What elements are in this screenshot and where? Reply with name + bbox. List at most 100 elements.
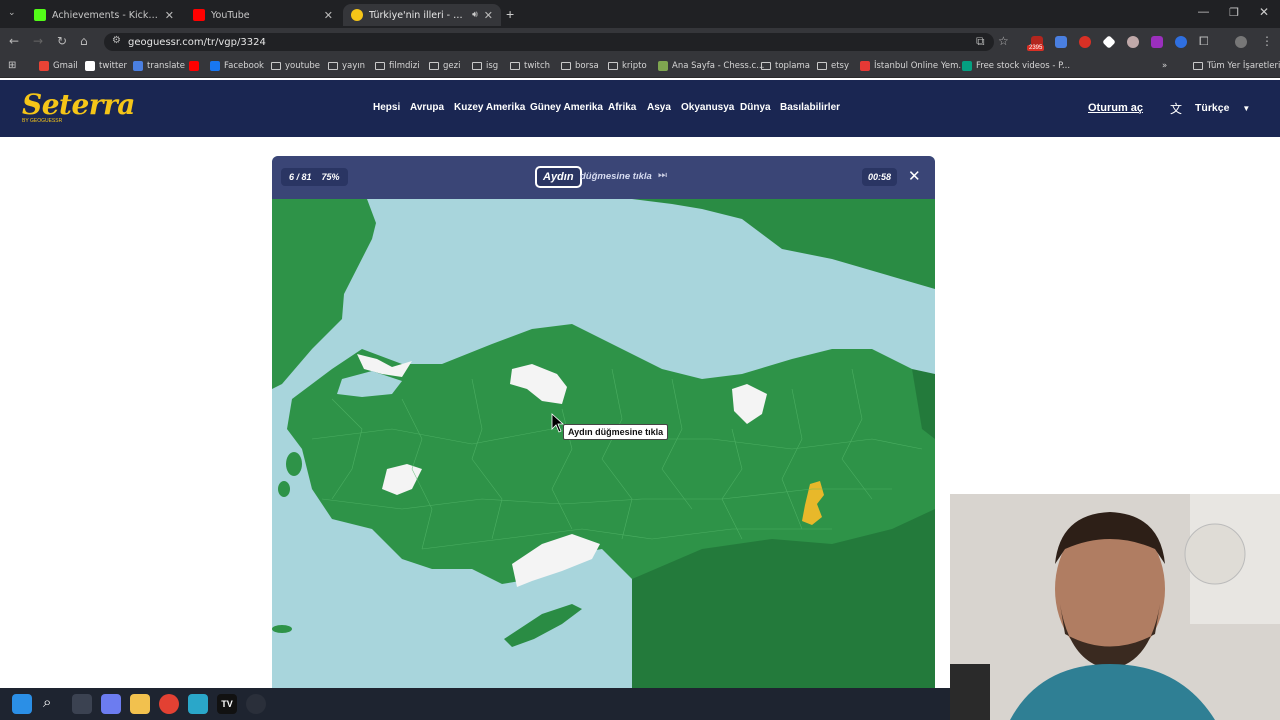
seterra-logo[interactable]: Seterra (22, 88, 135, 121)
close-tab-icon[interactable]: ✕ (165, 9, 174, 22)
map-tooltip: Aydın düğmesine tıkla (563, 424, 669, 440)
forward-icon[interactable]: → (33, 34, 43, 48)
tab-youtube[interactable]: YouTube ✕ (185, 4, 341, 26)
nav-afrika[interactable]: Afrika (608, 102, 636, 113)
task-view-icon[interactable] (72, 694, 92, 714)
bookmark-item[interactable]: filmdizi (375, 58, 420, 74)
bookmark-item[interactable]: youtube (271, 58, 320, 74)
turkey-province-map[interactable] (272, 199, 935, 688)
url-input[interactable]: ⚙ geoguessr.com/tr/vgp/3324 (104, 33, 994, 51)
island (272, 625, 292, 633)
bookmark-item[interactable]: twitch (510, 58, 550, 74)
tab-search-icon[interactable]: ⌄ (8, 8, 16, 18)
island (278, 481, 290, 497)
folder-icon (761, 62, 771, 70)
adblock-icon[interactable] (1079, 36, 1091, 48)
bookmark-item[interactable]: isg (472, 58, 498, 74)
bookmark-item[interactable]: yayın (328, 58, 365, 74)
bookmark-item[interactable]: gezi (429, 58, 460, 74)
bookmark-item[interactable]: Ana Sayfa - Chess.c... (658, 58, 764, 74)
extension-avatar-icon[interactable] (1127, 36, 1139, 48)
facebook-icon (210, 61, 220, 71)
windows-start-icon[interactable] (12, 694, 32, 714)
folder-icon (429, 62, 439, 70)
bookmark-label: Facebook (224, 61, 264, 71)
gmail-icon (39, 61, 49, 71)
folder-icon (271, 62, 281, 70)
profile-avatar-icon[interactable] (1235, 36, 1247, 48)
extension-purple-icon[interactable] (1151, 36, 1163, 48)
bookmark-label: Free stock videos - P... (976, 61, 1071, 71)
nav-kuzey-amerika[interactable]: Kuzey Amerika (454, 102, 525, 113)
bookmark-item[interactable]: borsa (561, 58, 599, 74)
all-bookmarks-folder[interactable]: Tüm Yer İşaretleri (1193, 58, 1280, 74)
back-icon[interactable]: ← (9, 34, 19, 48)
folder-icon (472, 62, 482, 70)
seterra-icon (351, 9, 363, 21)
nav-guney-amerika[interactable]: Güney Amerika (530, 102, 603, 113)
streamer-face (950, 494, 1280, 720)
nav-asya[interactable]: Asya (647, 102, 671, 113)
new-tab-icon[interactable]: + (506, 6, 514, 22)
restore-icon[interactable]: ❐ (1229, 6, 1239, 19)
bookmark-item[interactable]: İstanbul Online Yem... (860, 58, 967, 74)
bookmark-item[interactable]: toplama (761, 58, 810, 74)
bookmark-item[interactable]: etsy (817, 58, 849, 74)
folder-icon (561, 62, 571, 70)
island (286, 452, 302, 476)
score-box: 6 / 81 75% (281, 168, 348, 186)
bookmark-item[interactable] (189, 58, 203, 74)
more-bookmarks-icon[interactable]: » (1162, 58, 1167, 74)
bookmark-label: Gmail (53, 61, 78, 71)
chrome-menu-icon[interactable]: ⋮ (1261, 34, 1273, 48)
home-icon[interactable]: ⌂ (80, 34, 88, 48)
close-window-icon[interactable]: ✕ (1259, 5, 1269, 19)
apps-grid-icon[interactable]: ⊞ (8, 60, 16, 71)
app-icon[interactable] (188, 694, 208, 714)
folder-icon (817, 62, 827, 70)
webcam-overlay (950, 494, 1280, 720)
extensions-puzzle-icon[interactable]: ⧠ (1199, 34, 1209, 49)
bookmark-item[interactable]: twitter (85, 58, 127, 74)
bookmark-label: isg (486, 61, 499, 71)
nav-basilabilirler[interactable]: Basılabilirler (780, 102, 840, 113)
translate-icon (133, 61, 143, 71)
bookmark-star-icon[interactable]: ☆ (998, 34, 1009, 48)
site-info-icon[interactable]: ⚙ (112, 35, 121, 46)
kick-icon (34, 9, 46, 21)
language-icon: 文 (1170, 102, 1183, 116)
language-selector[interactable]: Türkçe ▼ (1195, 102, 1250, 114)
close-tab-icon[interactable]: ✕ (484, 9, 493, 22)
search-icon[interactable]: ⌕ (43, 694, 51, 711)
skip-icon[interactable]: ⏭ (658, 170, 667, 181)
folder-icon (1193, 62, 1203, 70)
bookmark-item[interactable]: Facebook (210, 58, 264, 74)
folder-icon (328, 62, 338, 70)
nav-hepsi[interactable]: Hepsi (373, 102, 400, 113)
obs-icon[interactable] (246, 694, 266, 714)
chrome-icon[interactable] (159, 694, 179, 714)
translate-extension-icon[interactable] (1055, 36, 1067, 48)
bookmark-item[interactable]: Free stock videos - P... (962, 58, 1070, 74)
tradingview-icon[interactable]: TV (217, 694, 237, 714)
file-explorer-icon[interactable] (130, 694, 150, 714)
bookmark-label: twitter (99, 61, 128, 71)
extension-blue-icon[interactable] (1175, 36, 1187, 48)
reload-icon[interactable]: ↻ (57, 34, 67, 48)
nav-okyanusya[interactable]: Okyanusya (681, 102, 734, 113)
bookmark-item[interactable]: kripto (608, 58, 647, 74)
copilot-icon[interactable] (101, 694, 121, 714)
nav-dunya[interactable]: Dünya (740, 102, 771, 113)
nav-avrupa[interactable]: Avrupa (410, 102, 444, 113)
close-tab-icon[interactable]: ✕ (324, 9, 333, 22)
signin-link[interactable]: Oturum aç (1088, 102, 1143, 114)
minimize-icon[interactable]: — (1198, 6, 1209, 18)
install-app-icon[interactable]: ⧉ (976, 34, 985, 49)
tab-kick-dashboard[interactable]: Achievements - Kick Dashboard ✕ (26, 4, 182, 26)
bookmark-item[interactable]: translate (133, 58, 185, 74)
audio-playing-icon[interactable]: 🔊︎ (472, 10, 478, 20)
bookmark-item[interactable]: Gmail (39, 58, 78, 74)
folder-icon (375, 62, 385, 70)
close-game-icon[interactable]: ✕ (908, 167, 921, 185)
tab-seterra[interactable]: Türkiye'nin illeri - Harita Te 🔊︎ ✕ (343, 4, 501, 26)
